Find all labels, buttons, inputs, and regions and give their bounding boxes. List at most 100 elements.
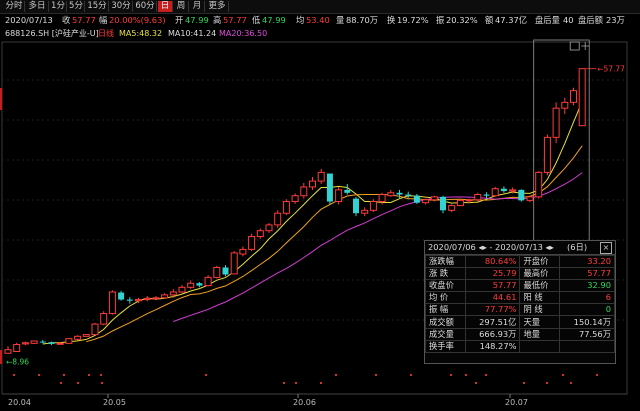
event-marker xyxy=(410,374,412,376)
candle-body xyxy=(169,291,177,296)
high-marker-label: ←57.77 xyxy=(597,65,625,74)
stat-value: 77.56万 xyxy=(559,327,615,341)
candle-body xyxy=(344,189,351,193)
event-marker xyxy=(570,382,572,384)
candle-body xyxy=(448,205,456,211)
event-marker xyxy=(13,374,15,376)
x-tick-label: 20.06 xyxy=(293,398,316,407)
candle-body xyxy=(13,343,21,352)
stat-label: 成交额 xyxy=(425,315,466,329)
candle-body xyxy=(187,282,195,288)
event-marker xyxy=(320,382,322,384)
stats-row: 均 价 44.61 阳 线6 xyxy=(425,291,615,305)
candle-body xyxy=(552,107,560,138)
candle-body xyxy=(526,196,534,201)
candle-body xyxy=(265,224,273,232)
stat-label: 天量 xyxy=(519,315,561,329)
candle-body xyxy=(30,340,38,344)
candle-body xyxy=(135,299,142,302)
stat-value: 6 xyxy=(559,291,615,305)
stat-value: 57.77 xyxy=(464,279,521,293)
candle-body xyxy=(126,299,133,301)
candle-body xyxy=(535,171,543,198)
candle-body xyxy=(108,291,116,315)
candle-body xyxy=(248,236,256,250)
candle-body xyxy=(213,266,221,278)
stat-value: 44.61 xyxy=(464,291,521,305)
stats-row: 振 幅 77.77% 阴 线0 xyxy=(425,303,615,317)
low-marker-label: ←8.96 xyxy=(6,357,29,366)
candle-body xyxy=(422,199,430,204)
stat-value: 0 xyxy=(559,303,615,317)
candle-body xyxy=(39,341,46,343)
candle-body xyxy=(204,276,212,287)
stats-table: 涨跌幅 80.64% 开盘价 33.20 涨 跌 25.79 最高价 57.77 收盘价 57.7… xyxy=(425,254,615,353)
edge-marker xyxy=(0,88,2,110)
candle-body xyxy=(430,196,438,201)
panel-header: 2020/07/06 ◂▸ - 2020/07/13 ◂▸ (6日) × xyxy=(425,241,615,255)
stat-value: 666.93万 xyxy=(464,327,521,341)
stat-label: 振 幅 xyxy=(425,303,466,317)
stat-label: 地量 xyxy=(519,327,561,341)
event-marker xyxy=(101,382,103,384)
stat-value: 148.27% xyxy=(464,339,521,353)
event-marker xyxy=(100,374,102,376)
event-marker xyxy=(77,382,79,384)
candle-body xyxy=(326,173,333,202)
candle-body xyxy=(361,209,369,214)
candle-body xyxy=(239,248,247,255)
candle-body xyxy=(491,188,499,197)
candle-body xyxy=(440,196,446,211)
event-marker xyxy=(335,374,337,376)
candle-body xyxy=(500,188,507,192)
stat-value xyxy=(559,339,615,353)
zoom-icon xyxy=(581,42,590,50)
stats-row: 涨 跌 25.79 最高价 57.77 xyxy=(425,267,615,281)
stat-label: 成交量 xyxy=(425,327,466,341)
candle-body xyxy=(100,313,108,325)
event-marker xyxy=(205,374,207,376)
interval-stats-panel: 2020/07/06 ◂▸ - 2020/07/13 ◂▸ (6日) × 涨跌幅… xyxy=(424,240,616,364)
stats-row: 成交额 297.51亿 天量 150.14万 xyxy=(425,315,615,329)
panel-date-range[interactable]: 2020/07/06 ◂▸ - 2020/07/13 ◂▸ xyxy=(428,241,554,254)
candle-body xyxy=(230,252,238,275)
candle-body xyxy=(4,349,12,354)
candle-body xyxy=(456,199,464,207)
event-marker xyxy=(283,382,285,384)
stat-label: 阴 线 xyxy=(519,303,561,317)
stat-value: 57.77 xyxy=(559,267,615,281)
candle-body xyxy=(74,335,82,340)
stat-value: 25.79 xyxy=(464,267,521,281)
stat-label: 换手率 xyxy=(425,339,466,353)
stats-row: 收盘价 57.77 最低价 32.90 xyxy=(425,279,615,293)
event-marker xyxy=(562,374,564,376)
stat-label: 收盘价 xyxy=(425,279,466,293)
stats-row: 涨跌幅 80.64% 开盘价 33.20 xyxy=(425,254,615,269)
candle-body xyxy=(196,283,203,286)
candle-body xyxy=(21,342,29,345)
stat-label: 涨跌幅 xyxy=(425,254,466,269)
stat-value: 150.14万 xyxy=(559,315,615,329)
candle-body xyxy=(317,171,325,182)
event-marker xyxy=(63,374,65,376)
event-marker xyxy=(596,374,598,376)
candle-body xyxy=(65,338,73,344)
candle-body xyxy=(405,194,412,196)
candle-body xyxy=(378,194,386,203)
stat-value: 297.51亿 xyxy=(464,315,521,329)
candle-body xyxy=(143,297,151,301)
stat-label: 均 价 xyxy=(425,291,466,305)
candle-body xyxy=(369,201,377,211)
stat-label xyxy=(519,339,561,353)
stats-row: 成交量 666.93万 地量 77.56万 xyxy=(425,327,615,341)
close-icon[interactable]: × xyxy=(600,242,612,254)
candle-body xyxy=(570,90,577,103)
stat-label: 最低价 xyxy=(519,279,561,293)
candle-body xyxy=(561,101,569,109)
stat-value: 80.64% xyxy=(464,254,521,269)
candle-body xyxy=(56,342,64,345)
candle-body xyxy=(178,286,186,293)
stats-row: 换手率 148.27% xyxy=(425,339,615,353)
candle-body xyxy=(474,194,482,201)
candle-body xyxy=(222,267,229,275)
